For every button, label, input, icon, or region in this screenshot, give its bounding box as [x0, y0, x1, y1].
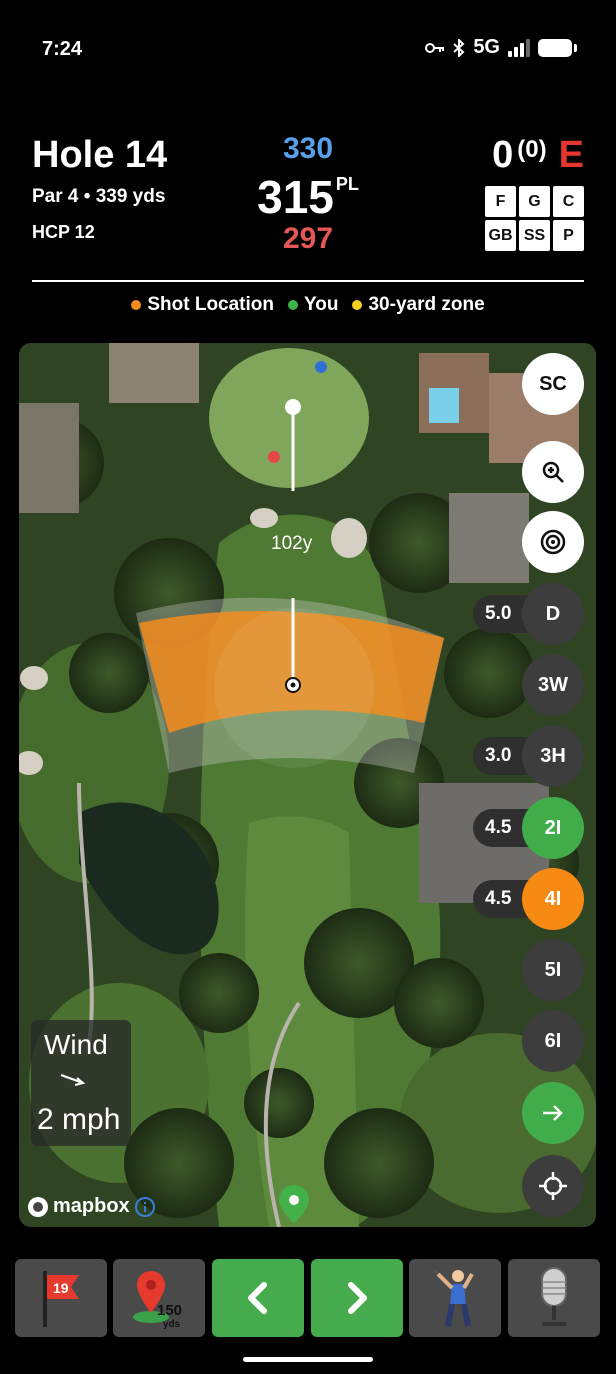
stat-buttons: F G C GB SS P [485, 186, 584, 251]
bluetooth-icon [453, 38, 465, 57]
mapbox-label: mapbox [53, 1195, 130, 1217]
flag-number: 19 [53, 1280, 69, 1296]
legend-label: Shot Location [147, 294, 274, 315]
legend-label: 30-yard zone [368, 294, 485, 315]
zoom-button[interactable] [522, 441, 584, 503]
stat-fairway-button[interactable]: F [485, 186, 516, 217]
distance-middle-suffix: PL [335, 174, 359, 194]
legend-shot-location: Shot Location [131, 294, 274, 316]
course-map[interactable]: 102y SC 5.0 D 3W 3.0 3H 4.5 2I 4.5 4I 5I… [19, 343, 596, 1227]
previous-hole-button[interactable] [212, 1259, 304, 1337]
next-shot-button[interactable] [522, 1082, 584, 1144]
status-time: 7:24 [42, 38, 83, 60]
wind-direction-icon [60, 1074, 86, 1086]
mapbox-logo-icon [28, 1196, 48, 1217]
club-button-6i[interactable]: 6I [522, 1010, 584, 1072]
chevron-left-icon [248, 1282, 267, 1314]
stat-sand-save-button[interactable]: SS [519, 220, 550, 251]
legend-dot-icon [352, 300, 363, 310]
home-indicator[interactable] [243, 1357, 373, 1362]
wind-label: Wind [44, 1029, 108, 1060]
map-marker-icon: 150yds [133, 1271, 182, 1329]
legend-dot-icon [288, 300, 298, 310]
marker-distance: 150 [157, 1302, 182, 1319]
club-button-2i[interactable]: 2I [522, 797, 584, 859]
location-pin-icon[interactable] [277, 1183, 311, 1225]
legend-you: You [288, 294, 338, 316]
network-type: 5G [473, 36, 500, 58]
scorecard-button[interactable]: SC [522, 353, 584, 415]
score-relative: E [558, 134, 584, 176]
score-strokes: 0 [492, 134, 514, 176]
golfer-swing-button[interactable] [409, 1259, 501, 1337]
club-button-5i[interactable]: 5I [522, 939, 584, 1001]
club-button-d[interactable]: D [522, 583, 584, 645]
header-divider [32, 280, 584, 282]
recenter-button[interactable] [522, 1155, 584, 1217]
stat-penalty-button[interactable]: P [553, 220, 584, 251]
status-icons: 5G [425, 36, 577, 59]
stat-chip-button[interactable]: C [553, 186, 584, 217]
target-rings-button[interactable] [522, 511, 584, 573]
hole-flag-button[interactable]: 19 [15, 1259, 107, 1337]
voice-button[interactable] [508, 1259, 600, 1337]
score-display[interactable]: 0 (0) E [492, 134, 584, 177]
zoom-in-icon [542, 461, 564, 483]
wind-speed: 2 mph [37, 1103, 121, 1136]
distance-marker-button[interactable]: 150 yds [113, 1259, 205, 1337]
crosshair-icon [539, 1172, 567, 1200]
map-legend: Shot Location You 30-yard zone [0, 294, 616, 316]
flag-icon: 19 [43, 1271, 79, 1327]
vpn-key-icon [425, 42, 445, 53]
stat-greenside-bunker-button[interactable]: GB [485, 220, 516, 251]
target-icon [540, 529, 566, 555]
legend-dot-icon [131, 300, 142, 310]
distance-middle-value: 315 [257, 171, 334, 223]
stat-green-button[interactable]: G [519, 186, 550, 217]
legend-zone: 30-yard zone [352, 294, 485, 316]
signal-icon [508, 38, 530, 57]
club-button-3h[interactable]: 3H [522, 725, 584, 787]
legend-label: You [304, 294, 339, 315]
info-icon[interactable] [134, 1196, 156, 1218]
next-hole-button[interactable] [311, 1259, 403, 1337]
golfer-icon [433, 1269, 474, 1327]
microphone-icon [541, 1267, 567, 1326]
battery-icon [538, 38, 577, 57]
club-button-3w[interactable]: 3W [522, 654, 584, 716]
chevron-right-icon [348, 1282, 367, 1314]
score-putts: (0) [517, 136, 547, 163]
arrow-right-icon [543, 1105, 563, 1121]
mapbox-attribution[interactable]: mapbox [27, 1195, 156, 1218]
club-button-4i[interactable]: 4I [522, 868, 584, 930]
distance-to-green-label: 102y [271, 533, 313, 554]
marker-unit: yds [163, 1319, 181, 1329]
